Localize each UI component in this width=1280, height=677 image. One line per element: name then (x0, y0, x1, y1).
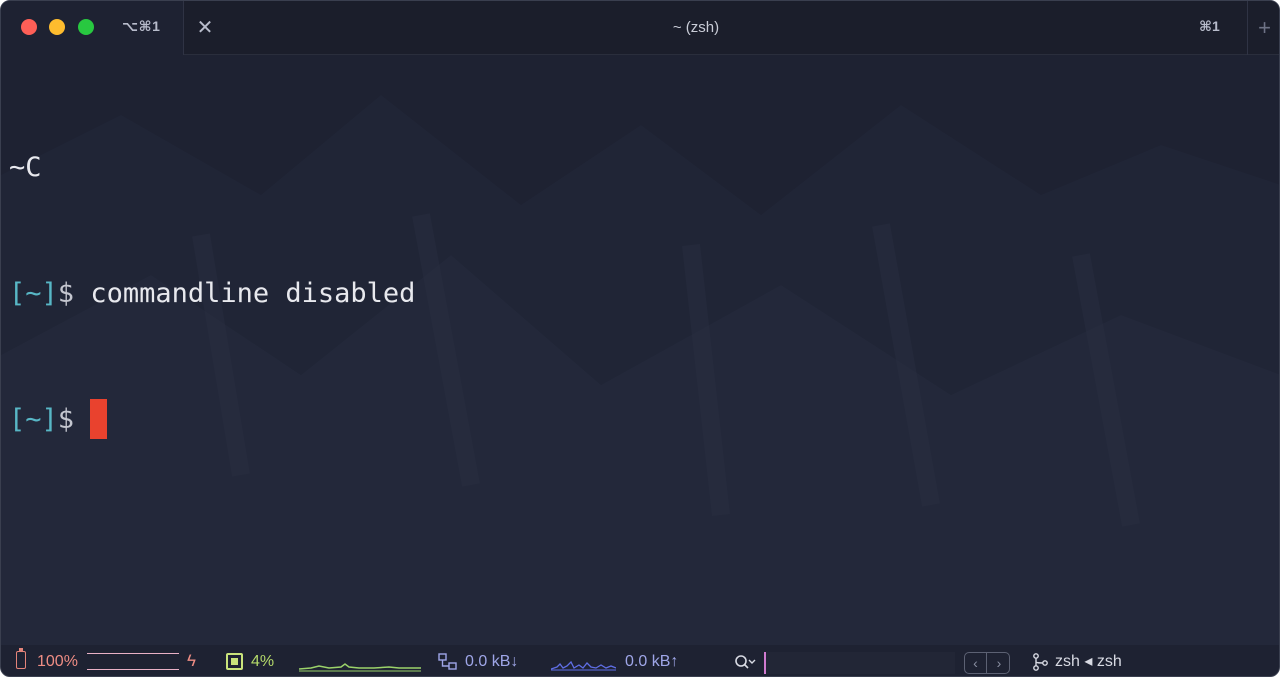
previous-button[interactable]: ‹ (965, 653, 987, 673)
network-graph (551, 660, 616, 671)
network-icon (438, 653, 457, 670)
network-upload: 0.0 kB↑ (625, 653, 679, 670)
prompt-bracket-open: [ (9, 278, 26, 309)
prompt-bracket-close: ] (41, 278, 58, 309)
tab-bar: ⌥⌘1 ✕ ~ (zsh) ⌘1 + (1, 1, 1279, 55)
command-text: commandline disabled (74, 278, 416, 309)
search-input[interactable] (764, 652, 955, 674)
terminal-line: ~C (9, 147, 1269, 189)
terminal-output[interactable]: ~C [~]$ commandline disabled [~]$ (9, 63, 1269, 525)
close-window-button[interactable] (21, 19, 37, 35)
command-text (74, 404, 90, 435)
next-button[interactable]: › (988, 653, 1010, 673)
charging-icon: ϟ (187, 651, 196, 670)
terminal-window: ⌥⌘1 ✕ ~ (zsh) ⌘1 + ~C [~]$ commandline d… (0, 0, 1280, 677)
prompt-symbol: $ (57, 404, 75, 435)
search-icon[interactable] (734, 654, 758, 671)
zoom-window-button[interactable] (78, 19, 94, 35)
close-tab-icon[interactable]: ✕ (194, 17, 216, 39)
tab-active[interactable]: ⌥⌘1 (1, 1, 184, 55)
terminal-line: [~]$ (9, 399, 1269, 441)
prompt-symbol: $ (57, 278, 75, 309)
prompt-path: ~ (25, 278, 42, 309)
new-tab-button[interactable]: + (1247, 1, 1279, 55)
prompt-path: ~ (25, 404, 42, 435)
nav-buttons: ‹ › (964, 652, 1010, 674)
battery-percent: 100% (37, 653, 78, 670)
cpu-percent: 4% (251, 653, 275, 670)
network-download: 0.0 kB↓ (465, 653, 519, 670)
line-text: ~C (9, 152, 42, 183)
battery-level-bar (87, 653, 179, 670)
branch-icon (1033, 653, 1048, 671)
prompt-bracket-open: [ (9, 404, 26, 435)
cpu-graph (299, 663, 421, 672)
tab-shortcut-label: ⌥⌘1 (122, 18, 161, 34)
window-title: ~ (zsh) (672, 19, 720, 36)
tab-shortcut-right: ⌘1 (1199, 18, 1220, 34)
job-name: zsh ◂ zsh (1055, 653, 1122, 670)
terminal-line: [~]$ commandline disabled (9, 273, 1269, 315)
minimize-window-button[interactable] (49, 19, 65, 35)
cpu-icon (226, 653, 243, 670)
prompt-bracket-close: ] (41, 404, 58, 435)
text-cursor (90, 399, 108, 439)
battery-icon (16, 648, 26, 669)
